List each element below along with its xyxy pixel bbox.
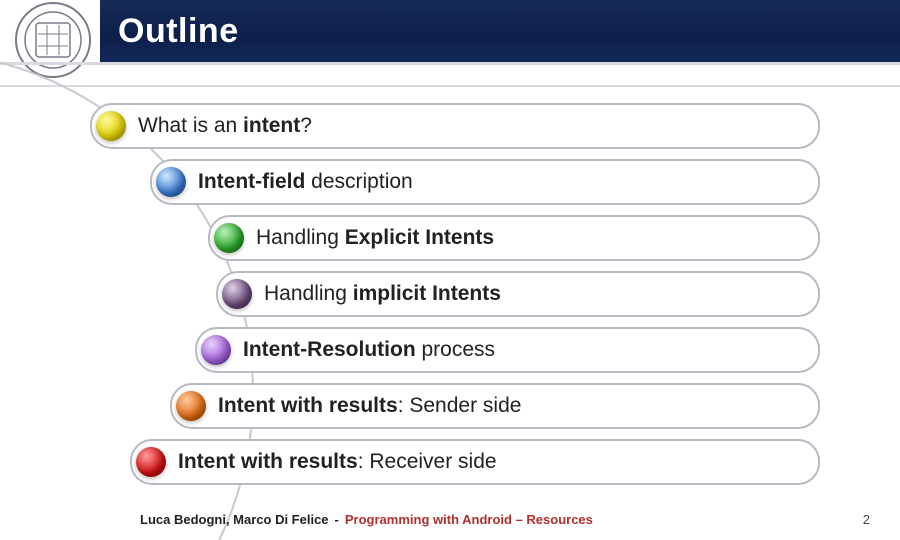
- bullet-icon: [96, 111, 126, 141]
- bullet-icon: [176, 391, 206, 421]
- slide-title: Outline: [118, 12, 239, 51]
- outline-item: Intent-Resolution process: [195, 327, 820, 373]
- bullet-icon: [201, 335, 231, 365]
- outline-item-label: What is an intent?: [138, 114, 312, 138]
- slide: Outline What is an intent? Intent-field …: [0, 0, 900, 540]
- bullet-icon: [136, 447, 166, 477]
- title-bar: Outline: [100, 0, 900, 62]
- outline-item: Intent with results: Receiver side: [130, 439, 820, 485]
- outline-item-label: Intent with results: Receiver side: [178, 450, 497, 474]
- outline-item-label: Intent-Resolution process: [243, 338, 495, 362]
- footer: Luca Bedogni, Marco Di Felice - Programm…: [0, 498, 900, 540]
- divider: [0, 85, 900, 87]
- outline-list: What is an intent? Intent-field descript…: [0, 95, 900, 480]
- outline-item-label: Handling implicit Intents: [264, 282, 501, 306]
- divider: [0, 62, 900, 65]
- bullet-icon: [222, 279, 252, 309]
- outline-item: Intent with results: Sender side: [170, 383, 820, 429]
- outline-item-label: Handling Explicit Intents: [256, 226, 494, 250]
- page-number: 2: [863, 512, 870, 527]
- footer-course: Programming with Android – Resources: [345, 512, 593, 527]
- bullet-icon: [214, 223, 244, 253]
- footer-authors: Luca Bedogni, Marco Di Felice: [140, 512, 329, 527]
- footer-separator: -: [335, 512, 339, 527]
- outline-item-label: Intent-field description: [198, 170, 413, 194]
- outline-item: Handling implicit Intents: [216, 271, 820, 317]
- outline-item: What is an intent?: [90, 103, 820, 149]
- outline-item: Handling Explicit Intents: [208, 215, 820, 261]
- bullet-icon: [156, 167, 186, 197]
- outline-item-label: Intent with results: Sender side: [218, 394, 521, 418]
- outline-item: Intent-field description: [150, 159, 820, 205]
